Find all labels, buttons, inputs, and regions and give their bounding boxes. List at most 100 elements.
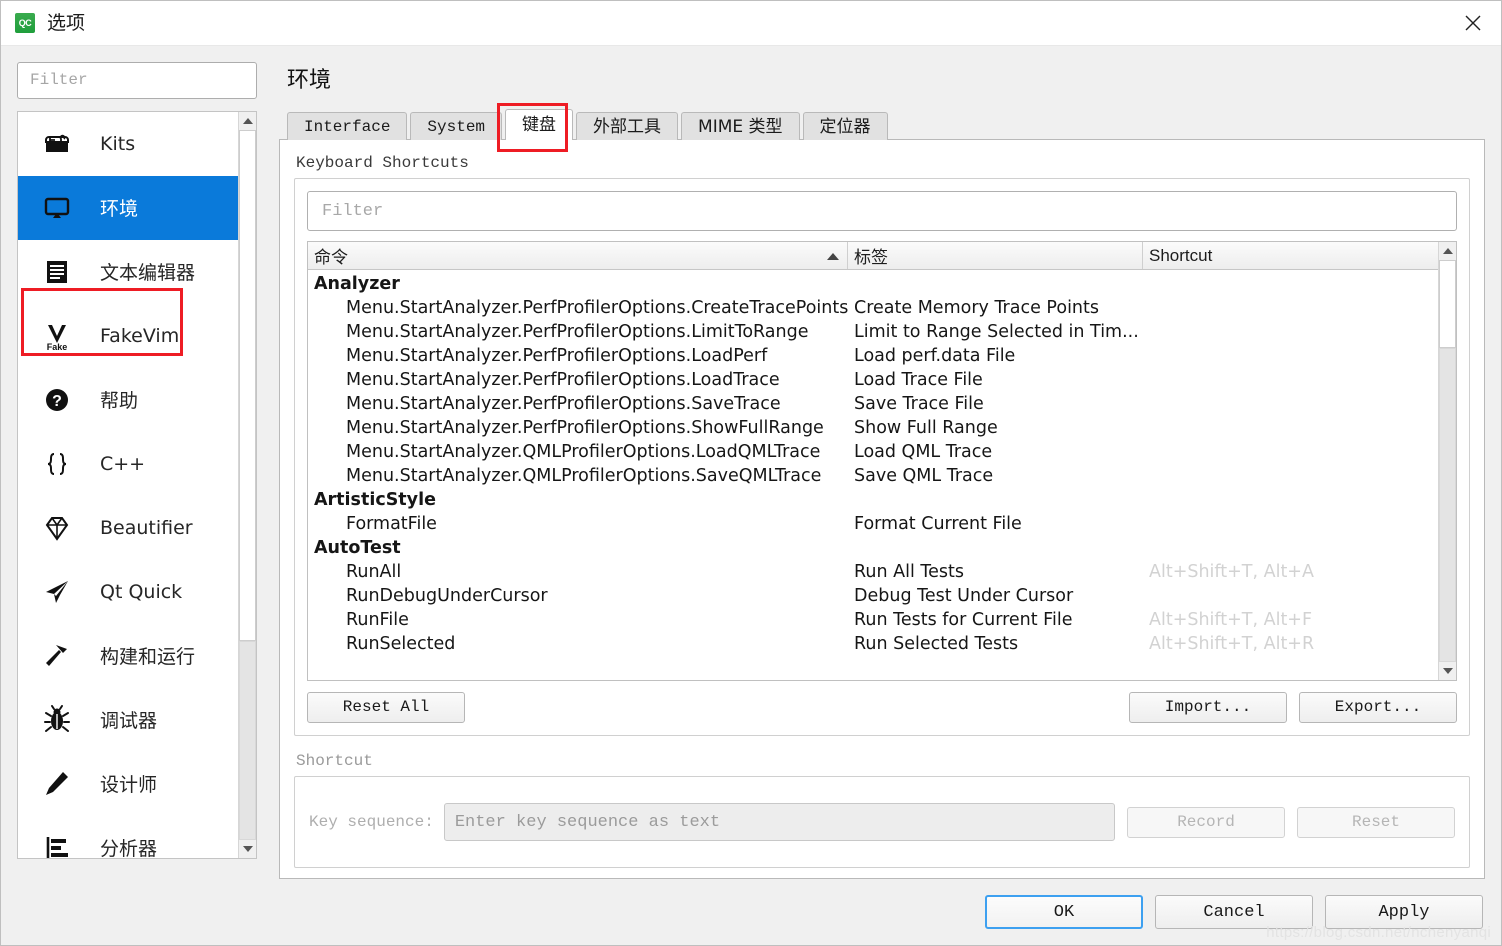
table-row[interactable]: RunSelected Run Selected Tests Alt+Shift+T… <box>308 632 1438 656</box>
table-scroll-thumb <box>1439 260 1456 349</box>
sidebar-scroll-lower-track <box>239 641 256 840</box>
sidebar-item-1[interactable]: Kits <box>18 112 238 176</box>
monitor-icon <box>40 191 74 225</box>
table-row[interactable]: Menu.StartAnalyzer.PerfProfilerOptions.S… <box>308 392 1438 416</box>
sidebar-item-8[interactable]: Qt Quick <box>18 560 238 624</box>
cell-shortcut: Alt+Shift+T, Alt+A <box>1149 562 1314 582</box>
table-row[interactable]: Menu.StartAnalyzer.QMLProfilerOptions.Sa… <box>308 464 1438 488</box>
table-row[interactable]: Menu.StartAnalyzer.PerfProfilerOptions.L… <box>308 344 1438 368</box>
scroll-down-icon[interactable] <box>239 840 256 858</box>
column-header-command[interactable]: 命令 <box>308 242 848 269</box>
page-title: 环境 <box>287 68 332 93</box>
table-row[interactable]: RunDebugUnderCursor Debug Test Under Curs… <box>308 584 1438 608</box>
cell-command: Menu.StartAnalyzer.PerfProfilerOptions.L… <box>346 322 809 342</box>
sidebar-item-6[interactable]: C++ <box>18 432 238 496</box>
sidebar-item-9[interactable]: 构建和运行 <box>18 624 238 688</box>
sidebar-item-label: 分析器 <box>100 838 158 858</box>
table-row[interactable]: RunFile Run Tests for Current File Alt+Shi… <box>308 608 1438 632</box>
scroll-up-icon[interactable] <box>1439 242 1456 260</box>
shortcuts-button-row: Reset All Import... Export... <box>307 691 1457 723</box>
cell-tag: Run All Tests <box>854 562 964 582</box>
table-row[interactable]: Menu.StartAnalyzer.PerfProfilerOptions.S… <box>308 416 1438 440</box>
table-row[interactable]: Menu.StartAnalyzer.PerfProfilerOptions.C… <box>308 296 1438 320</box>
cell-tag: Load QML Trace <box>854 442 993 462</box>
sidebar-filter-input[interactable] <box>17 62 257 99</box>
close-icon[interactable] <box>1445 1 1501 44</box>
cell-command: Menu.StartAnalyzer.PerfProfilerOptions.S… <box>346 418 824 438</box>
column-header-shortcut[interactable]: Shortcut <box>1143 242 1438 269</box>
cancel-button[interactable]: Cancel <box>1155 895 1313 929</box>
sidebar-scroll-track[interactable] <box>239 129 256 840</box>
sidebar-item-7[interactable]: Beautifier <box>18 496 238 560</box>
shortcuts-table-scrollbar[interactable] <box>1438 242 1456 680</box>
sidebar-item-label: Beautifier <box>100 516 193 539</box>
cell-tag: Save Trace File <box>854 394 984 414</box>
table-row[interactable]: Menu.StartAnalyzer.PerfProfilerOptions.L… <box>308 320 1438 344</box>
record-button[interactable]: Record <box>1127 806 1285 838</box>
pencil-icon <box>40 767 74 801</box>
cell-command: RunAll <box>346 562 402 582</box>
dialog-body: Kits 环境文本编辑器 Fake FakeVim? 帮助 C++ Beautifier Qt… <box>1 46 1501 879</box>
tab-bar: Interface System 键盘 外部工具 MIME 类型 定位器 <box>279 103 1485 152</box>
apply-button[interactable]: Apply <box>1325 895 1483 929</box>
sidebar-item-2[interactable]: 环境 <box>18 175 238 240</box>
table-row[interactable]: AutoTest <box>308 536 1438 560</box>
tab-1[interactable]: Interface <box>287 112 408 140</box>
sidebar-scrollbar[interactable] <box>238 111 256 858</box>
table-row[interactable]: Menu.StartAnalyzer.QMLProfilerOptions.Lo… <box>308 440 1438 464</box>
sidebar-item-3[interactable]: 文本编辑器 <box>18 240 238 304</box>
sidebar-item-10[interactable]: 调试器 <box>18 688 238 752</box>
tab-2[interactable]: System <box>410 112 503 140</box>
tab-6[interactable]: 定位器 <box>802 112 888 140</box>
table-scroll-track[interactable] <box>1439 260 1456 662</box>
reset-shortcut-button[interactable]: Reset <box>1297 806 1455 838</box>
cell-command: Menu.StartAnalyzer.QMLProfilerOptions.Lo… <box>346 442 821 462</box>
cell-tag: Format Current File <box>854 514 1022 534</box>
cell-shortcut: Alt+Shift+T, Alt+F <box>1149 610 1313 630</box>
cell-command: Menu.StartAnalyzer.PerfProfilerOptions.L… <box>346 370 780 390</box>
sidebar-item-4[interactable]: Fake FakeVim <box>18 304 238 368</box>
shortcuts-table: 命令 标签 Shortcut Analyzer Menu.StartAnalyze… <box>307 241 1457 681</box>
table-row[interactable]: FormatFile Format Current File <box>308 512 1438 536</box>
import-button[interactable]: Import... <box>1129 691 1287 723</box>
paper-plane-icon <box>40 575 74 609</box>
category-list: Kits 环境 文本编辑器 Fake FakeVim? 帮助 C++ Beautifier Qt… <box>18 112 238 858</box>
cell-tag: Run Tests for Current File <box>854 610 1073 630</box>
export-button[interactable]: Export... <box>1299 691 1457 723</box>
right-column: 环境 Interface System 键盘 外部工具 MIME 类型 定位器 Keybo… <box>279 62 1485 879</box>
sidebar-item-label: FakeVim <box>100 324 180 347</box>
left-column: Kits 环境文本编辑器 Fake FakeVim? 帮助 C++ Beautifier Qt… <box>17 62 257 879</box>
svg-text:?: ? <box>52 393 62 410</box>
sidebar-item-label: 帮助 <box>100 390 139 413</box>
cell-tag: Limit to Range Selected in Tim... <box>854 322 1139 342</box>
key-sequence-label: Key sequence: <box>309 813 434 831</box>
ok-button[interactable]: OK <box>985 895 1143 929</box>
shortcut-section-label: Shortcut <box>296 752 373 770</box>
sidebar-scroll-thumb <box>239 129 256 642</box>
table-row[interactable]: Analyzer <box>308 272 1438 296</box>
cell-command: Menu.StartAnalyzer.QMLProfilerOptions.Sa… <box>346 466 822 486</box>
category-list-panel: Kits 环境 文本编辑器 Fake FakeVim? 帮助 C++ Beautifier Qt… <box>17 110 257 859</box>
reset-all-button[interactable]: Reset All <box>307 691 465 723</box>
scroll-up-icon[interactable] <box>239 111 256 130</box>
cell-tag: Show Full Range <box>854 418 998 438</box>
table-row[interactable]: Menu.StartAnalyzer.PerfProfilerOptions.L… <box>308 368 1438 392</box>
tab-3[interactable]: 键盘 <box>505 109 574 140</box>
tab-4[interactable]: 外部工具 <box>576 112 679 140</box>
fakevim-icon: Fake <box>40 319 74 353</box>
sidebar-item-11[interactable]: 设计师 <box>18 752 238 816</box>
document-lines-icon <box>40 255 74 289</box>
table-scroll-lower-track <box>1439 348 1456 662</box>
key-sequence-input[interactable] <box>443 803 1115 841</box>
table-row[interactable]: RunAll Run All Tests Alt+Shift+T, Alt+A <box>308 560 1438 584</box>
scroll-down-icon[interactable] <box>1439 662 1456 680</box>
tab-5[interactable]: MIME 类型 <box>681 112 800 140</box>
column-header-tag[interactable]: 标签 <box>848 242 1143 269</box>
shortcuts-filter-input[interactable] <box>307 191 1457 231</box>
sidebar-item-5[interactable]: ? 帮助 <box>18 368 238 432</box>
table-row[interactable]: ArtisticStyle <box>308 488 1438 512</box>
sidebar-item-12[interactable]: 分析器 <box>18 816 238 858</box>
window-title: 选项 <box>47 11 86 34</box>
cell-tag: Load Trace File <box>854 370 983 390</box>
hammer-icon <box>40 639 74 673</box>
